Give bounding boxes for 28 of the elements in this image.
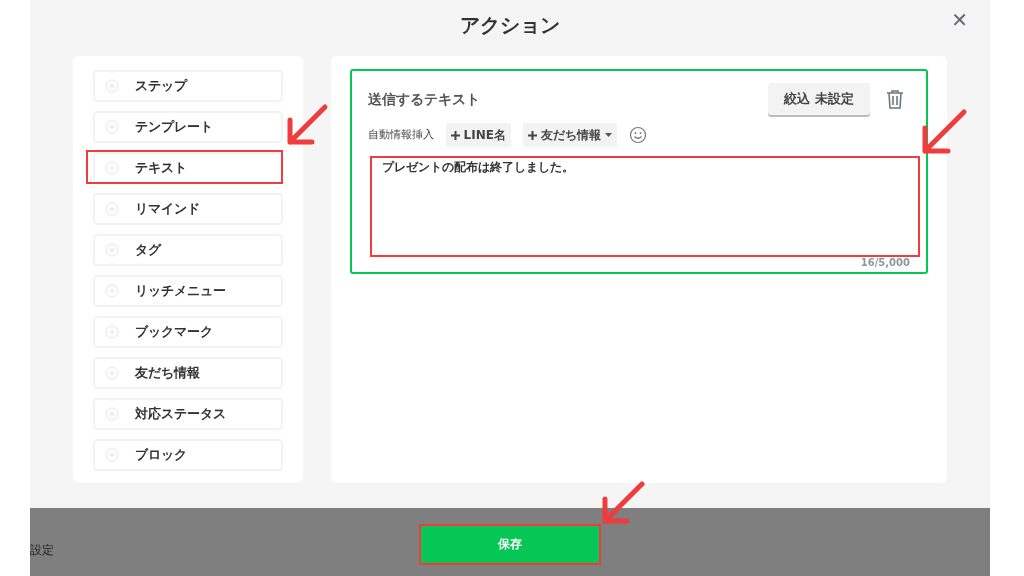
smiley-icon[interactable] [628, 126, 647, 144]
action-item[interactable]: テキスト [93, 152, 283, 184]
character-counter: 16/5,000 [860, 256, 910, 270]
insert-button[interactable]: LINE名 [445, 123, 511, 147]
action-item[interactable]: 友だち情報 [93, 357, 283, 389]
insert-label: 自動情報挿入 [367, 126, 434, 143]
insert-button[interactable]: 友だち情報 [522, 123, 617, 147]
annotation-arrow [285, 103, 329, 147]
action-item[interactable]: 対応ステータス [93, 398, 283, 430]
message-text: プレゼントの配布は終了しました。 [381, 159, 574, 176]
trash-icon[interactable] [886, 89, 904, 109]
caret-icon [604, 133, 612, 137]
section-title: 送信するテキスト [367, 89, 481, 109]
dialog-title: アクション [460, 12, 560, 39]
action-item[interactable]: タグ [93, 234, 283, 266]
plus-icon [450, 130, 460, 140]
close-button[interactable]: ✕ [951, 10, 968, 30]
action-item[interactable]: ステップ [93, 70, 283, 102]
action-item[interactable]: テンプレート [93, 111, 283, 143]
action-item[interactable]: リッチメニュー [93, 275, 283, 307]
action-item[interactable]: リマインド [93, 193, 283, 225]
action-item[interactable]: ブックマーク [93, 316, 283, 348]
annotation-arrow [600, 480, 646, 526]
settings-label: 設定 [30, 542, 54, 559]
action-item[interactable]: ブロック [93, 439, 283, 471]
filter-button[interactable]: 絞込 未設定 [768, 83, 870, 115]
annotation-arrow [920, 108, 968, 156]
plus-icon [527, 130, 537, 140]
